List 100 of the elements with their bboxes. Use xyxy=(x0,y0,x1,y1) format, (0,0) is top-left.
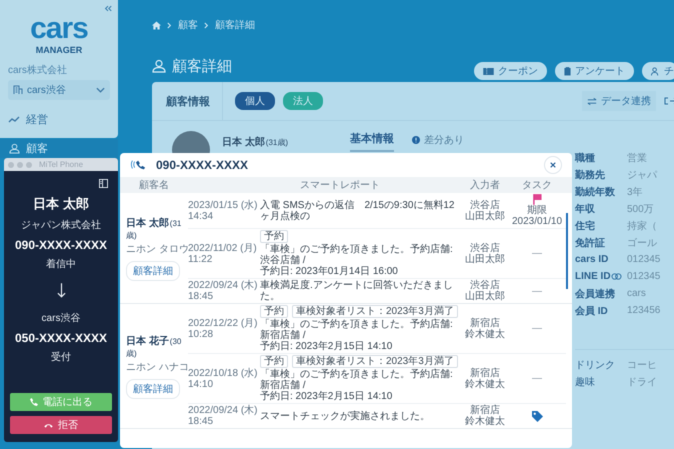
logo: cars MANAGER xyxy=(30,14,88,55)
callee-number: 050-XXXX-XXXX xyxy=(14,331,108,345)
report-datetime: 2022/11/02 (月) 11:22 xyxy=(188,242,258,264)
report-text: 入電 SMSからの返信 2/15の9:30に無料12ヶ月点検の xyxy=(260,200,456,222)
decline-button[interactable]: 拒否 xyxy=(10,416,112,434)
info-icon xyxy=(412,136,420,144)
person-icon xyxy=(152,59,166,73)
double-chevron-icon[interactable] xyxy=(104,5,112,12)
data-link-button[interactable]: データ連携 xyxy=(582,91,656,111)
report-tag: 予約 xyxy=(260,230,288,243)
header-button[interactable]: アンケート xyxy=(555,62,634,80)
detail-label: ドリンク xyxy=(575,358,616,372)
column-header: 顧客名 xyxy=(138,178,170,192)
report-datetime: 2023/01/15 (水) 14:34 xyxy=(188,200,258,222)
no-task: — xyxy=(532,323,542,334)
store-name: 渋谷店 xyxy=(470,280,500,291)
scrollbar[interactable] xyxy=(566,213,568,289)
staff-name: 山田太郎 xyxy=(465,210,505,222)
down-arrow-icon xyxy=(56,283,66,298)
detail-label: 趣味 xyxy=(575,376,596,388)
detail-label: LINE ID xyxy=(575,271,612,282)
no-task: — xyxy=(532,248,542,259)
home-icon[interactable] xyxy=(152,20,161,30)
report-datetime: 2022/09/24 (木) 18:45 xyxy=(188,405,258,427)
answer-button[interactable]: 電話に出る xyxy=(10,393,112,411)
menu-item[interactable]: 顧客 xyxy=(0,139,118,158)
header-button[interactable]: チ xyxy=(642,62,674,80)
ticket-icon xyxy=(483,68,494,74)
customer-detail-button[interactable]: 顧客詳細 xyxy=(126,260,180,280)
store-name: 渋谷店 xyxy=(470,242,500,254)
report-text: 「車検」のご予約を頂きました。予約店舗: 新宿店舗 / xyxy=(260,369,454,391)
caller-name: 日本 太郎 xyxy=(33,195,89,213)
header-button[interactable]: クーポン xyxy=(474,62,547,80)
tag-icon xyxy=(532,410,542,422)
customer-detail-button[interactable]: 顧客詳細 xyxy=(126,378,180,398)
staff-name: 山田太郎 xyxy=(465,291,505,302)
page-title: 顧客詳細 xyxy=(172,56,232,76)
detail-value: 500万 xyxy=(627,202,654,216)
customer-type-tag[interactable]: 法人 xyxy=(283,92,323,110)
phone-icon xyxy=(30,398,38,406)
building-icon xyxy=(13,85,23,95)
staff-name: 鈴木健太 xyxy=(465,416,505,427)
report-datetime: 2022/12/22 (月) 10:28 xyxy=(188,318,258,340)
panel-icon[interactable] xyxy=(99,179,108,188)
customer-type-tag[interactable]: 個人 xyxy=(235,92,275,110)
customer-name: 日本 花子(30歳) xyxy=(126,334,182,358)
detail-label: 免許証 xyxy=(575,236,606,250)
detail-value: コーヒ xyxy=(627,358,657,372)
breadcrumb-link[interactable]: 顧客 xyxy=(178,18,198,32)
report-text: 予約日: 2023年2月15日 14:10 xyxy=(260,341,394,352)
close-button[interactable] xyxy=(544,156,562,174)
no-task: — xyxy=(532,286,542,296)
chevron-right-icon xyxy=(167,22,172,28)
store-name: 新宿店 xyxy=(470,368,500,378)
close-icon xyxy=(550,162,556,168)
task-deadline: 期限 2023/01/10 xyxy=(510,205,564,227)
detail-label: 年収 xyxy=(575,202,596,216)
window-title: MiTel Phone xyxy=(39,160,84,169)
staff-name: 山田太郎 xyxy=(465,254,505,264)
detail-label: 勤続年数 xyxy=(575,186,616,198)
store-select[interactable]: cars渋谷 xyxy=(8,80,110,100)
detail-value: 持家（ xyxy=(627,220,657,232)
flag-icon xyxy=(532,194,542,205)
caller-company: ジャパン株式会社 xyxy=(21,218,101,232)
person-icon xyxy=(9,143,20,154)
report-text: 車検満足度.アンケートに回答いただきました。 xyxy=(260,280,454,302)
store-name: 渋谷店 xyxy=(470,200,500,210)
report-datetime: 2022/09/24 (木) 18:45 xyxy=(188,280,258,302)
report-text: 「車検」のご予約を頂きました。予約店舗: 渋谷店舗 / xyxy=(260,244,454,266)
customer-kana: ニホン タロウ xyxy=(126,242,188,255)
report-text: 予約日: 2023年2月15日 14:10 xyxy=(260,391,394,402)
caller-number: 090-XXXX-XXXX xyxy=(156,158,248,172)
customer-name: 日本 太郎(31歳) xyxy=(222,135,288,149)
detail-value: cars xyxy=(627,288,646,299)
column-header: 入力者 xyxy=(469,178,501,192)
customer-name: 日本 太郎(31歳) xyxy=(126,216,182,240)
staff-name: 鈴木健太 xyxy=(465,328,505,340)
detail-label: cars ID xyxy=(575,254,610,265)
detail-value: 3年 xyxy=(627,186,643,198)
detail-label: 職種 xyxy=(575,152,596,164)
callee-desk: 受付 xyxy=(51,350,71,364)
card-title: 顧客情報 xyxy=(166,94,210,108)
detail-value: 012345 xyxy=(627,254,660,265)
no-task: — xyxy=(532,373,542,384)
staff-name: 鈴木健太 xyxy=(465,378,505,390)
detail-value: ゴール xyxy=(627,236,657,250)
breadcrumb-link[interactable]: 顧客詳細 xyxy=(215,18,255,32)
store-name: 新宿店 xyxy=(470,405,500,416)
report-text: 「車検」のご予約を頂きました。予約店舗: 新宿店舗 / xyxy=(260,319,454,341)
exit-icon[interactable] xyxy=(664,97,674,105)
menu-item[interactable]: 経営 xyxy=(8,106,110,133)
column-header: スマートレポート xyxy=(299,179,381,192)
detail-value: ジャパ xyxy=(627,168,657,182)
detail-label: 会員 ID xyxy=(575,304,609,318)
diff-note: 差分あり xyxy=(424,134,464,146)
detail-value: 012345 xyxy=(627,271,660,282)
detail-value: 123456 xyxy=(627,305,660,316)
clipboard-icon xyxy=(564,66,571,76)
column-header: タスク xyxy=(521,179,553,192)
caller-number: 090-XXXX-XXXX xyxy=(14,238,108,252)
